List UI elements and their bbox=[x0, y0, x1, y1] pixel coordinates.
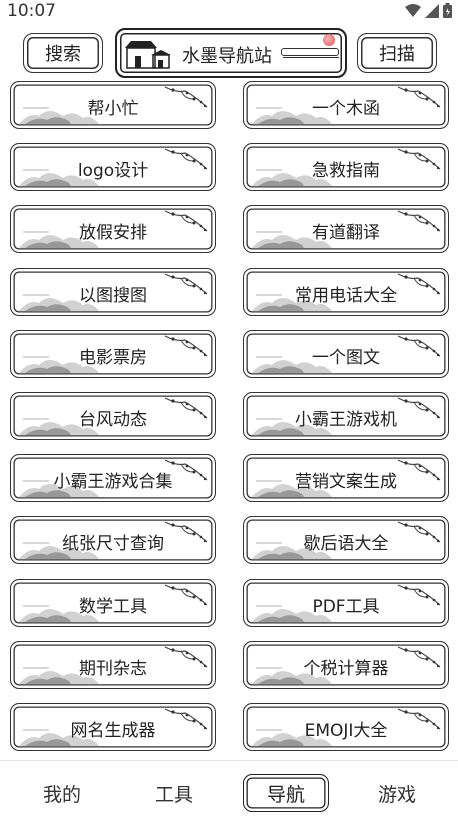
nav-card[interactable]: 帮小忙 bbox=[10, 81, 216, 129]
nav-card[interactable]: 网名生成器 bbox=[10, 703, 216, 751]
nav-card[interactable]: 纸张尺寸查询 bbox=[10, 516, 216, 565]
nav-card-label: 以图搜图 bbox=[79, 285, 147, 306]
tab-mine[interactable]: 我的 bbox=[22, 780, 102, 807]
nav-card-label: 纸张尺寸查询 bbox=[62, 534, 164, 555]
nav-card[interactable]: 歇后语大全 bbox=[243, 516, 449, 565]
nav-card-label: 营销文案生成 bbox=[295, 472, 397, 493]
nav-card-label: 歇后语大全 bbox=[303, 534, 389, 555]
tab-tools-label: 工具 bbox=[154, 784, 193, 806]
nav-card-label: 网名生成器 bbox=[70, 721, 156, 741]
nav-card[interactable]: 数学工具 bbox=[10, 578, 216, 627]
nav-card-label: 小霸王游戏机 bbox=[295, 410, 397, 430]
tab-games[interactable]: 游戏 bbox=[357, 780, 437, 807]
nav-card-label: 个税计算器 bbox=[303, 658, 389, 679]
nav-card[interactable]: 放假安排 bbox=[10, 205, 216, 254]
nav-card[interactable]: 急救指南 bbox=[243, 143, 449, 192]
nav-card[interactable]: 期刊杂志 bbox=[10, 640, 216, 689]
tab-navigation-label: 导航 bbox=[266, 783, 305, 806]
nav-card[interactable]: 电影票房 bbox=[10, 329, 216, 378]
nav-card[interactable]: 小霸王游戏机 bbox=[243, 392, 449, 440]
nav-card[interactable]: 有道翻译 bbox=[243, 205, 449, 254]
nav-card-label: 急救指南 bbox=[312, 161, 380, 182]
nav-card[interactable]: logo设计 bbox=[10, 143, 216, 192]
nav-card[interactable]: 以图搜图 bbox=[10, 267, 216, 316]
nav-card-label: 期刊杂志 bbox=[79, 658, 147, 679]
nav-card-label: 帮小忙 bbox=[87, 99, 139, 119]
nav-card[interactable]: EMOJI大全 bbox=[243, 703, 449, 751]
nav-card[interactable]: 一个木函 bbox=[243, 81, 449, 129]
nav-card-label: 台风动态 bbox=[79, 410, 147, 430]
nav-card[interactable]: 台风动态 bbox=[10, 392, 216, 440]
bottom-tab-bar: 我的 工具 导航 游戏 bbox=[0, 761, 458, 820]
nav-card-label: 小霸王游戏合集 bbox=[53, 472, 173, 493]
nav-card-label: EMOJI大全 bbox=[304, 721, 388, 741]
nav-card-label: logo设计 bbox=[77, 161, 149, 182]
nav-card[interactable]: 营销文案生成 bbox=[243, 454, 449, 503]
nav-card[interactable]: 个税计算器 bbox=[243, 640, 449, 689]
nav-card[interactable]: 小霸王游戏合集 bbox=[10, 454, 216, 503]
tab-mine-label: 我的 bbox=[42, 784, 81, 806]
nav-card-label: 一个木函 bbox=[312, 99, 380, 119]
nav-card-label: 常用电话大全 bbox=[295, 285, 397, 306]
nav-card[interactable]: 常用电话大全 bbox=[243, 267, 449, 316]
nav-card-label: 电影票房 bbox=[79, 347, 147, 368]
nav-card-label: 一个图文 bbox=[312, 347, 380, 368]
nav-card-label: PDF工具 bbox=[312, 596, 380, 617]
nav-card[interactable]: PDF工具 bbox=[243, 578, 449, 627]
nav-card[interactable]: 一个图文 bbox=[243, 329, 449, 378]
nav-card-label: 放假安排 bbox=[79, 223, 147, 244]
tab-tools[interactable]: 工具 bbox=[134, 780, 214, 807]
nav-card-label: 有道翻译 bbox=[312, 223, 380, 244]
nav-grid: 帮小忙 一个木函 logo设计 急救指南放假安排 有道翻译以图搜图 常用电话大全电影票房 一… bbox=[0, 0, 458, 760]
tab-navigation[interactable]: 导航 bbox=[243, 774, 329, 812]
tab-games-label: 游戏 bbox=[377, 784, 416, 806]
nav-card-label: 数学工具 bbox=[79, 596, 147, 617]
